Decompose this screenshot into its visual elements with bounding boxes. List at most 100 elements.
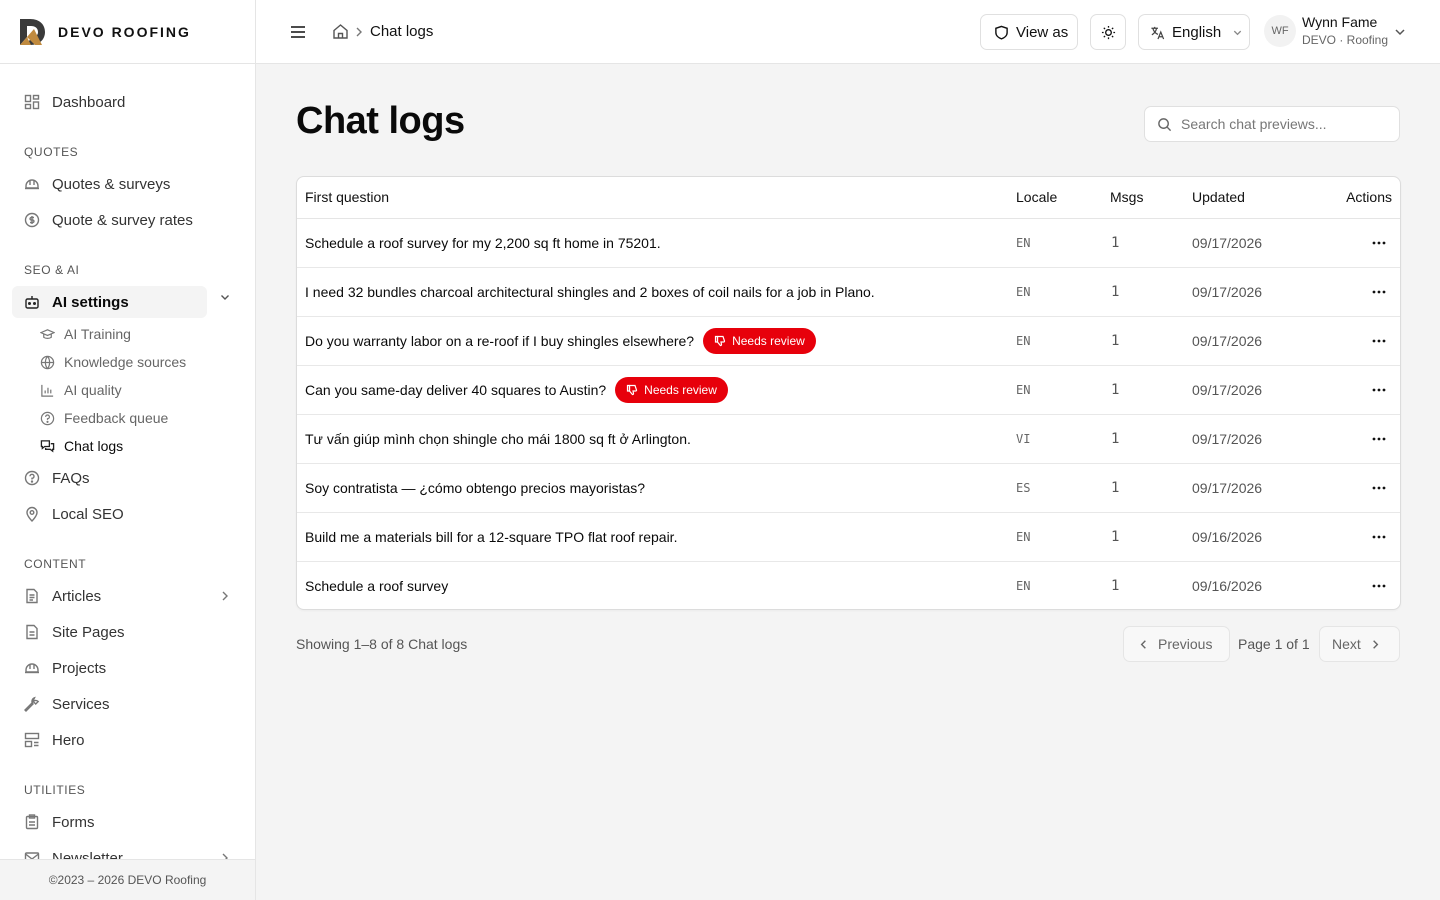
- sidebar-item-label: Hero: [52, 731, 85, 749]
- theme-toggle-button[interactable]: [1090, 14, 1126, 50]
- column-header-first-question[interactable]: First question: [297, 177, 1016, 219]
- cell-updated: 09/16/2026: [1192, 577, 1263, 594]
- question-text[interactable]: Schedule a roof survey for my 2,200 sq f…: [305, 235, 661, 251]
- sun-icon: [1101, 25, 1115, 39]
- sidebar-subitem-ai-training[interactable]: AI Training: [40, 321, 131, 347]
- language-select[interactable]: English: [1138, 14, 1250, 50]
- row-actions-button[interactable]: [1366, 328, 1392, 354]
- sidebar-item-ai-settings[interactable]: AI settings: [12, 286, 207, 318]
- cell-locale: ES: [1016, 463, 1110, 513]
- table-row[interactable]: Soy contratista — ¿cómo obtengo precios …: [297, 463, 1400, 513]
- row-actions-button[interactable]: [1366, 475, 1392, 501]
- search-box[interactable]: [1144, 106, 1400, 142]
- file-icon: [26, 624, 38, 640]
- question-text[interactable]: Can you same-day deliver 40 squares to A…: [305, 382, 606, 398]
- map-pin-icon: [26, 506, 38, 522]
- row-actions-button[interactable]: [1366, 377, 1392, 403]
- question-text[interactable]: Build me a materials bill for a 12-squar…: [305, 529, 677, 545]
- row-actions-button[interactable]: [1366, 426, 1392, 452]
- avatar[interactable]: WF: [1264, 15, 1296, 47]
- chevron-down-icon[interactable]: [1393, 25, 1407, 39]
- sidebar-item-site-pages[interactable]: Site Pages: [12, 616, 244, 648]
- sidebar-item-dashboard[interactable]: Dashboard: [12, 86, 244, 118]
- section-label-content: CONTENT: [24, 557, 87, 571]
- sidebar-subitem-ai-quality[interactable]: AI quality: [40, 377, 122, 403]
- sidebar-item-label: Quotes & surveys: [52, 175, 171, 193]
- table-row[interactable]: Tư vấn giúp mình chọn shingle cho mái 18…: [297, 414, 1400, 464]
- sidebar-subitem-chat-logs[interactable]: Chat logs: [40, 433, 123, 459]
- cell-first-question[interactable]: Can you same-day deliver 40 squares to A…: [297, 365, 1016, 415]
- sidebar-subitem-knowledge-sources[interactable]: Knowledge sources: [40, 349, 186, 375]
- row-actions-button[interactable]: [1366, 524, 1392, 550]
- home-icon[interactable]: [332, 23, 349, 40]
- wrench-icon: [24, 696, 40, 712]
- sidebar-item-local-seo[interactable]: Local SEO: [12, 498, 244, 530]
- layout-icon: [24, 732, 40, 748]
- cell-locale: EN: [1016, 267, 1110, 317]
- sidebar-item-articles[interactable]: Articles: [12, 580, 244, 612]
- question-text[interactable]: Do you warranty labor on a re-roof if I …: [305, 333, 694, 349]
- sidebar-item-quotes-surveys[interactable]: Quotes & surveys: [12, 168, 244, 200]
- cell-actions: [1326, 218, 1400, 268]
- thumbs-down-icon: [714, 335, 726, 346]
- table-header-row: First question Locale Msgs Updated Actio…: [297, 177, 1400, 219]
- question-text[interactable]: Tư vấn giúp mình chọn shingle cho mái 18…: [305, 431, 691, 447]
- search-input[interactable]: [1181, 107, 1391, 141]
- question-text[interactable]: I need 32 bundles charcoal architectural…: [305, 284, 875, 300]
- language-label: English: [1172, 23, 1222, 41]
- chevron-left-icon: [1140, 639, 1146, 649]
- column-header-locale[interactable]: Locale: [1016, 177, 1110, 219]
- question-text[interactable]: Soy contratista — ¿cómo obtengo precios …: [305, 480, 645, 496]
- menu-icon[interactable]: [289, 23, 307, 41]
- row-actions-button[interactable]: [1366, 230, 1392, 256]
- column-header-updated[interactable]: Updated: [1192, 177, 1326, 219]
- chevron-right-icon[interactable]: [218, 589, 232, 603]
- cell-first-question[interactable]: Schedule a roof survey for my 2,200 sq f…: [297, 218, 1016, 268]
- table-row[interactable]: Do you warranty labor on a re-roof if I …: [297, 316, 1400, 366]
- sidebar-item-quote-survey-rates[interactable]: Quote & survey rates: [12, 204, 244, 236]
- table-row[interactable]: I need 32 bundles charcoal architectural…: [297, 267, 1400, 317]
- sidebar-item-faqs[interactable]: FAQs: [12, 462, 244, 494]
- row-actions-button[interactable]: [1366, 573, 1392, 599]
- topbar: Chat logs View as English WF Wynn Fame D…: [256, 0, 1440, 64]
- sidebar-item-projects[interactable]: Projects: [12, 652, 244, 684]
- cell-actions: [1326, 561, 1400, 609]
- question-text[interactable]: Schedule a roof survey: [305, 578, 448, 594]
- table-row[interactable]: Schedule a roof survey for my 2,200 sq f…: [297, 218, 1400, 268]
- view-as-button[interactable]: View as: [980, 14, 1078, 50]
- sidebar-nav: Dashboard QUOTES Quotes & surveys Quote …: [0, 64, 255, 859]
- hard-hat-icon: [25, 663, 39, 674]
- sidebar-subitem-label: AI Training: [64, 326, 131, 342]
- row-actions-button[interactable]: [1366, 279, 1392, 305]
- column-header-msgs[interactable]: Msgs: [1110, 177, 1192, 219]
- table-row[interactable]: Can you same-day deliver 40 squares to A…: [297, 365, 1400, 415]
- badge-label: Needs review: [644, 382, 717, 397]
- sidebar-item-forms[interactable]: Forms: [12, 806, 244, 838]
- more-horizontal-icon: [1372, 241, 1386, 244]
- cell-msgs: 1: [1110, 463, 1192, 513]
- table-row[interactable]: Schedule a roof survey EN 1 09/16/2026: [297, 561, 1400, 609]
- cell-first-question[interactable]: Do you warranty labor on a re-roof if I …: [297, 316, 1016, 366]
- user-name[interactable]: Wynn Fame: [1302, 14, 1377, 30]
- sidebar-subitem-label: AI quality: [64, 382, 122, 398]
- brand[interactable]: DEVO ROOFING: [0, 0, 255, 64]
- sidebar-item-newsletter[interactable]: Newsletter: [12, 842, 244, 859]
- cell-first-question[interactable]: Schedule a roof survey: [297, 561, 1016, 609]
- column-header-actions: Actions: [1326, 177, 1400, 219]
- ai-settings-collapse-button[interactable]: [213, 285, 237, 309]
- cell-first-question[interactable]: Build me a materials bill for a 12-squar…: [297, 512, 1016, 562]
- sidebar-item-services[interactable]: Services: [12, 688, 244, 720]
- cell-first-question[interactable]: Soy contratista — ¿cómo obtengo precios …: [297, 463, 1016, 513]
- sidebar-subitem-label: Feedback queue: [64, 410, 169, 426]
- cell-first-question[interactable]: Tư vấn giúp mình chọn shingle cho mái 18…: [297, 414, 1016, 464]
- previous-page-button[interactable]: Previous: [1123, 626, 1230, 662]
- next-page-button[interactable]: Next: [1319, 626, 1400, 662]
- sidebar-subitem-feedback-queue[interactable]: Feedback queue: [40, 405, 168, 431]
- user-org: DEVO · Roofing: [1302, 33, 1389, 47]
- cell-locale: EN: [1016, 218, 1110, 268]
- cell-first-question[interactable]: I need 32 bundles charcoal architectural…: [297, 267, 1016, 317]
- sidebar-item-hero[interactable]: Hero: [12, 724, 244, 756]
- chevron-right-icon[interactable]: [218, 851, 232, 859]
- cell-actions: [1326, 365, 1400, 415]
- table-row[interactable]: Build me a materials bill for a 12-squar…: [297, 512, 1400, 562]
